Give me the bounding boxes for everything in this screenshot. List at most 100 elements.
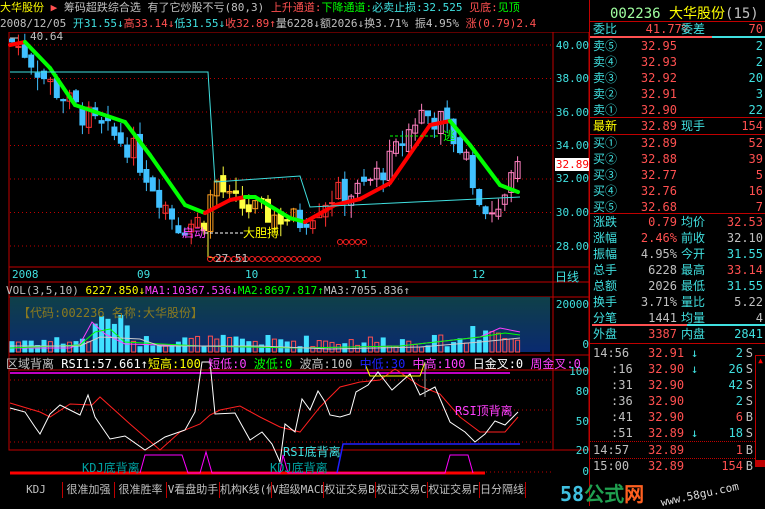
signal-circle	[291, 256, 297, 262]
candle-body	[239, 198, 246, 209]
volume-bar	[444, 346, 450, 353]
signal-circle	[303, 256, 309, 262]
rsi-bottom-divergence-label: RSI底背离	[283, 445, 341, 459]
stat-row: 涨跌 0.79 均价 32.53	[593, 215, 763, 229]
volume-bar	[361, 342, 367, 353]
indicator-tab[interactable]: 权证交易B	[324, 482, 376, 498]
indicator-tab[interactable]: 权证交易C	[376, 482, 428, 498]
date-tick: 09	[137, 268, 151, 281]
candle-body	[79, 107, 86, 126]
candle-body	[73, 90, 79, 103]
price-tick: 28.00	[555, 240, 589, 253]
kdj-bottom-divergence-label: KDJ底背离	[270, 461, 328, 475]
mid-low-line	[336, 443, 520, 474]
sell-level-row[interactable]: 卖④ 32.93 2	[593, 54, 763, 70]
signal-circle	[361, 239, 367, 245]
formula-header: 大华股份 ▶ 筹码超跌综合选 有了它炒股不亏(80,3) 上升通道:下降通道:必…	[0, 0, 520, 16]
stat-row: 涨幅 2.46% 前收 32.10	[593, 231, 763, 245]
quote-title: 002236 大华股份(15)	[610, 6, 759, 22]
price-tick: 32.00	[555, 172, 589, 185]
tick-row: :31 32.90 42 S	[611, 378, 753, 392]
indicator-tab[interactable]: 日分隔线组	[480, 482, 526, 498]
volume-bar	[233, 336, 239, 353]
candle-body	[341, 178, 348, 204]
low-marker-line	[207, 232, 216, 259]
candle-body	[444, 107, 451, 122]
site-url: www.58gu.com	[659, 479, 740, 509]
indicator-tab[interactable]: KDJ	[10, 482, 63, 498]
signal-circle	[249, 256, 255, 262]
candle-body	[34, 72, 41, 78]
candle-body	[175, 225, 182, 234]
top-signal: 见顶	[497, 1, 520, 14]
current-price-marker: 32.89	[555, 158, 589, 171]
volume-bar	[470, 326, 476, 353]
tick-row: 15:00 32.89 154 B	[593, 459, 753, 473]
bold-annotation: 大胆搏	[243, 226, 280, 240]
rsi-white-line	[9, 361, 519, 464]
candle-body	[60, 99, 67, 102]
indicator-tick: 20	[575, 444, 589, 457]
down-channel: 下降通道:	[321, 1, 373, 14]
buy-level-row[interactable]: 买② 32.88 39	[593, 151, 763, 167]
candle-body	[482, 206, 489, 215]
date-tick: 10	[245, 268, 259, 281]
price-tick: 34.00	[555, 139, 589, 152]
formula-name: 筹码超跌综合选 有了它炒股不亏(80,3)	[63, 1, 265, 14]
escape-annotation: 逃	[443, 129, 456, 143]
buy-level-row[interactable]: 买① 32.89 52	[593, 135, 763, 151]
volume-bar	[457, 338, 463, 353]
outer-inner-row: 外盘 3387 内盘 2841	[593, 327, 763, 341]
last-price-row: 最新 32.89 现手 154	[593, 119, 763, 133]
candle-body	[9, 38, 15, 43]
price-tick: 30.00	[555, 206, 589, 219]
candle-body	[149, 177, 156, 192]
volume-watermark: 【代码:002236 名称:大华股份】	[18, 306, 204, 320]
sell-level-row[interactable]: 卖③ 32.92 20	[593, 70, 763, 86]
open: 开31.55	[72, 17, 117, 30]
volume-bar	[278, 339, 284, 353]
volume-bar	[380, 337, 386, 353]
stock-name: 大华股份	[0, 1, 44, 14]
candle-body	[489, 212, 495, 215]
date-tick: 12	[472, 268, 486, 281]
indicator-tab[interactable]: 机构K线(修	[220, 482, 272, 498]
volume-bar	[303, 335, 309, 353]
candle-body	[399, 143, 406, 146]
indicator-tab[interactable]: 权证交易F	[428, 482, 480, 498]
amplitude: 振4.95%	[414, 17, 459, 30]
ma-line	[303, 203, 337, 224]
indicator-tab[interactable]: 很准加强	[63, 482, 115, 498]
candle-body	[245, 204, 252, 213]
signal-circle	[285, 256, 291, 262]
tick-scrollbar[interactable]: ▲	[755, 355, 765, 467]
sell-level-row[interactable]: 卖② 32.91 3	[593, 86, 763, 102]
buy-level-row[interactable]: 买④ 32.76 16	[593, 183, 763, 199]
candle-body	[143, 169, 150, 183]
volume-bar	[431, 334, 437, 353]
indicator-tab[interactable]: 很准胜率	[115, 482, 167, 498]
candle-body	[476, 189, 483, 206]
candle-body	[284, 219, 291, 222]
up-channel: 上升通道:	[270, 1, 322, 14]
site-logo: 58公式网	[560, 482, 645, 506]
period-label[interactable]: 日线	[555, 268, 579, 285]
signal-circle	[337, 239, 343, 245]
tick-row: :36 32.90 2 S	[611, 394, 753, 408]
stat-row: 总手 6228 最高 33.14	[593, 263, 763, 277]
sell-level-row[interactable]: 卖⑤ 32.95 2	[593, 38, 763, 54]
buy-level-row[interactable]: 买③ 32.77 5	[593, 167, 763, 183]
price-tick: 38.00	[555, 72, 589, 85]
rsi-top-divergence-label: RSI顶背离	[455, 404, 513, 418]
indicator-tab[interactable]: V超级MACD角	[272, 482, 324, 498]
volume-bar	[73, 341, 79, 353]
ma-line	[183, 203, 207, 215]
volume-bar	[9, 341, 15, 353]
volume-tick: 0	[582, 338, 589, 351]
sell-level-row[interactable]: 卖① 32.90 22	[593, 102, 763, 118]
signal-circle	[279, 256, 285, 262]
indicator-tab[interactable]: V看盘助手	[167, 482, 220, 498]
high: 高33.14	[123, 17, 168, 30]
stat-row: 振幅 4.95% 今开 31.55	[593, 247, 763, 261]
candle-body	[233, 190, 239, 194]
